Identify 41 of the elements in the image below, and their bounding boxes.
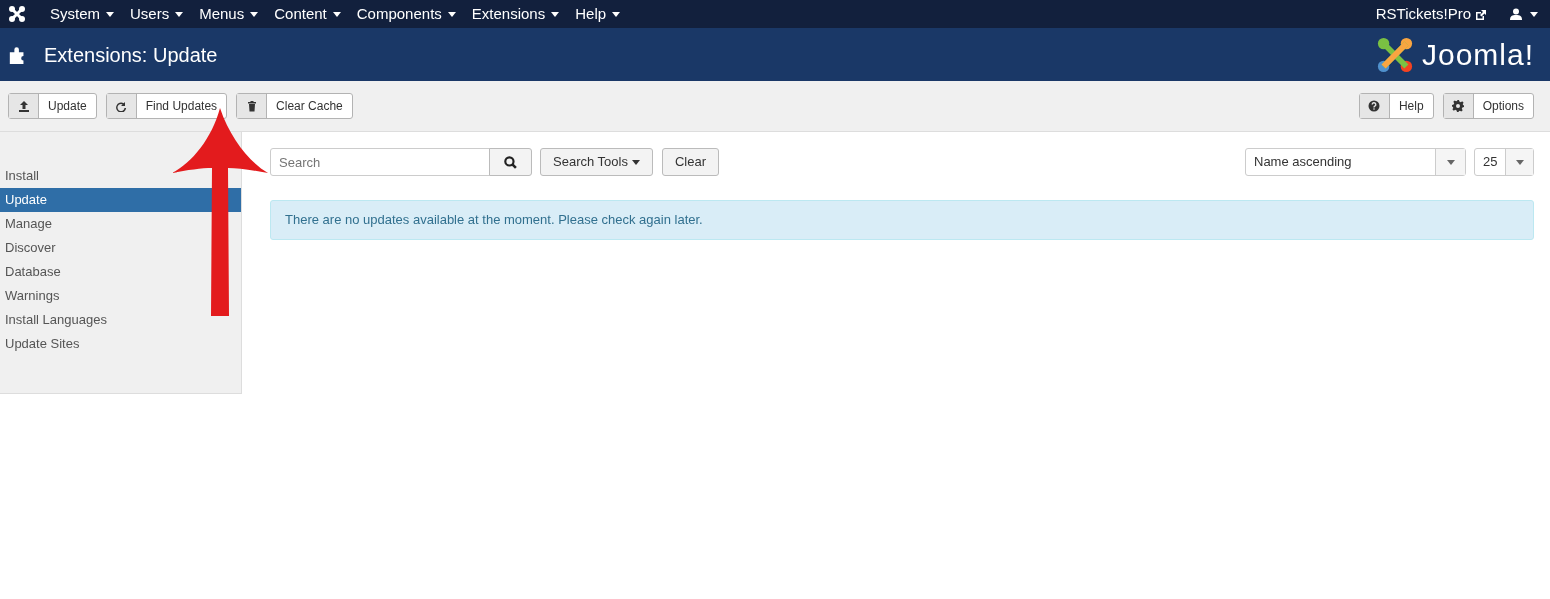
search-field[interactable]: Search — [270, 148, 490, 176]
menu-item[interactable]: Menus — [199, 2, 259, 26]
sidebar-item[interactable]: Update Sites — [0, 332, 241, 356]
limit-select[interactable]: 25 — [1474, 148, 1534, 176]
sidebar-item[interactable]: Discover — [0, 236, 241, 260]
toolbar-button[interactable]: Update — [8, 93, 97, 119]
menu-item[interactable]: Users — [130, 2, 184, 26]
joomla-logo-icon — [8, 5, 26, 23]
sort-select[interactable]: Name ascending — [1245, 148, 1466, 176]
sidebar-item[interactable]: Database — [0, 260, 241, 284]
page-title: Extensions: Update — [44, 42, 218, 67]
refresh-icon — [115, 100, 128, 112]
search-button[interactable] — [489, 148, 532, 176]
toolbar-button[interactable]: Options — [1442, 93, 1534, 119]
menu-item[interactable]: Content — [274, 2, 341, 26]
toolbar-button[interactable]: Clear Cache — [236, 93, 353, 119]
sidebar-item[interactable]: Install — [0, 164, 241, 188]
search-icon — [504, 156, 517, 170]
user-menu[interactable] — [1510, 8, 1538, 20]
logo-wordmark: Joomla! — [1421, 37, 1534, 73]
menu-item[interactable]: Help — [575, 2, 621, 26]
site-link[interactable]: RSTickets!Pro — [1375, 2, 1471, 26]
menu-item[interactable]: System — [50, 2, 114, 26]
sidebar-item[interactable]: Manage — [0, 212, 241, 236]
settings-icon — [1452, 100, 1465, 112]
menu-item[interactable]: Extensions — [471, 2, 560, 26]
logo-icon — [1375, 35, 1414, 74]
sidebar-item[interactable]: Update — [0, 188, 241, 212]
sidebar-item[interactable]: Warnings — [0, 284, 241, 308]
clear-button[interactable]: Clear — [661, 148, 719, 176]
search-tools-button[interactable]: Search Tools — [540, 148, 653, 176]
menu-item[interactable]: Components — [356, 2, 456, 26]
upload-icon — [17, 100, 30, 112]
sidebar-item[interactable]: Install Languages — [0, 308, 241, 332]
toolbar-button[interactable]: Find Updates — [105, 93, 228, 119]
toolbar-button[interactable]: Help — [1358, 93, 1434, 119]
info-alert: There are no updates available at the moment. Please check again later. — [270, 200, 1534, 240]
external-link-icon — [1475, 8, 1486, 20]
trash-icon — [245, 100, 258, 112]
user-icon — [1510, 8, 1522, 20]
help-icon — [1368, 100, 1381, 112]
